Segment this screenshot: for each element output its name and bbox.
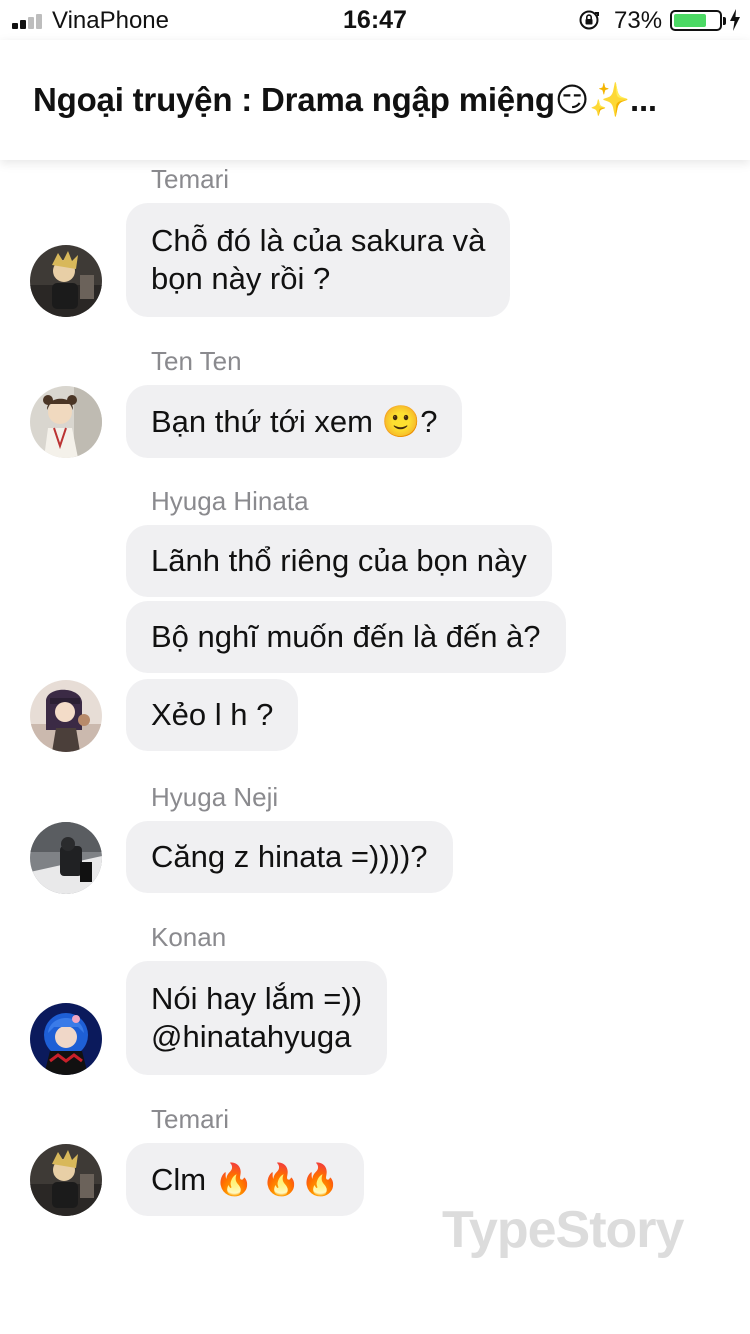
- message-bubble: Clm 🔥 🔥🔥: [126, 1143, 365, 1216]
- sender-name: Hyuga Hinata: [151, 486, 309, 516]
- message-bubble: Lãnh thổ riêng của bọn này: [126, 525, 552, 597]
- message-line: Chỗ đó là của sakura và: [151, 223, 486, 258]
- avatar[interactable]: [30, 1003, 102, 1075]
- story-title[interactable]: Ngoại truyện : Drama ngập miệng😏✨...: [33, 80, 723, 120]
- hinata-avatar-icon: [30, 680, 102, 752]
- typestory-watermark: TypeStory: [442, 1201, 684, 1259]
- temari-avatar-icon: [30, 1144, 102, 1216]
- avatar[interactable]: [30, 680, 102, 752]
- sender-name: Konan: [151, 922, 227, 952]
- temari-avatar-icon: [30, 245, 102, 317]
- message-line: Nói hay lắm =)): [151, 981, 363, 1016]
- battery-level-fill: [674, 14, 707, 27]
- charging-bolt-icon: [730, 9, 740, 31]
- sender-name: Ten Ten: [151, 346, 242, 376]
- message-bubble: Bạn thứ tới xem 🙂?: [126, 385, 463, 458]
- sender-name: Temari: [151, 1104, 230, 1134]
- avatar[interactable]: [30, 1144, 102, 1216]
- message-bubble: Căng z hinata =))))?: [126, 821, 453, 893]
- battery-percent: 73%: [614, 7, 663, 34]
- status-bar: VinaPhone 16:47 73%: [0, 0, 750, 40]
- message-bubble: Bộ nghĩ muốn đến là đến à?: [126, 601, 566, 673]
- battery-icon: [670, 10, 726, 31]
- story-header: Ngoại truyện : Drama ngập miệng😏✨...: [0, 40, 750, 160]
- message-line: bọn này rồi ?: [151, 261, 331, 296]
- sender-name: Temari: [151, 164, 230, 194]
- message-bubble: Xẻo l h ?: [126, 679, 299, 751]
- avatar[interactable]: [30, 245, 102, 317]
- rotation-lock-icon: [579, 10, 599, 30]
- neji-avatar-icon: [30, 822, 102, 894]
- message-bubble: Nói hay lắm =)) @hinatahyuga: [126, 961, 388, 1075]
- sender-name: Hyuga Neji: [151, 782, 279, 812]
- message-bubble: Chỗ đó là của sakura và bọn này rồi ?: [126, 203, 511, 317]
- message-mention[interactable]: @hinatahyuga: [151, 1018, 351, 1056]
- avatar[interactable]: [30, 386, 102, 458]
- tenten-avatar-icon: [30, 386, 102, 458]
- avatar[interactable]: [30, 822, 102, 894]
- konan-avatar-icon: [30, 1003, 102, 1075]
